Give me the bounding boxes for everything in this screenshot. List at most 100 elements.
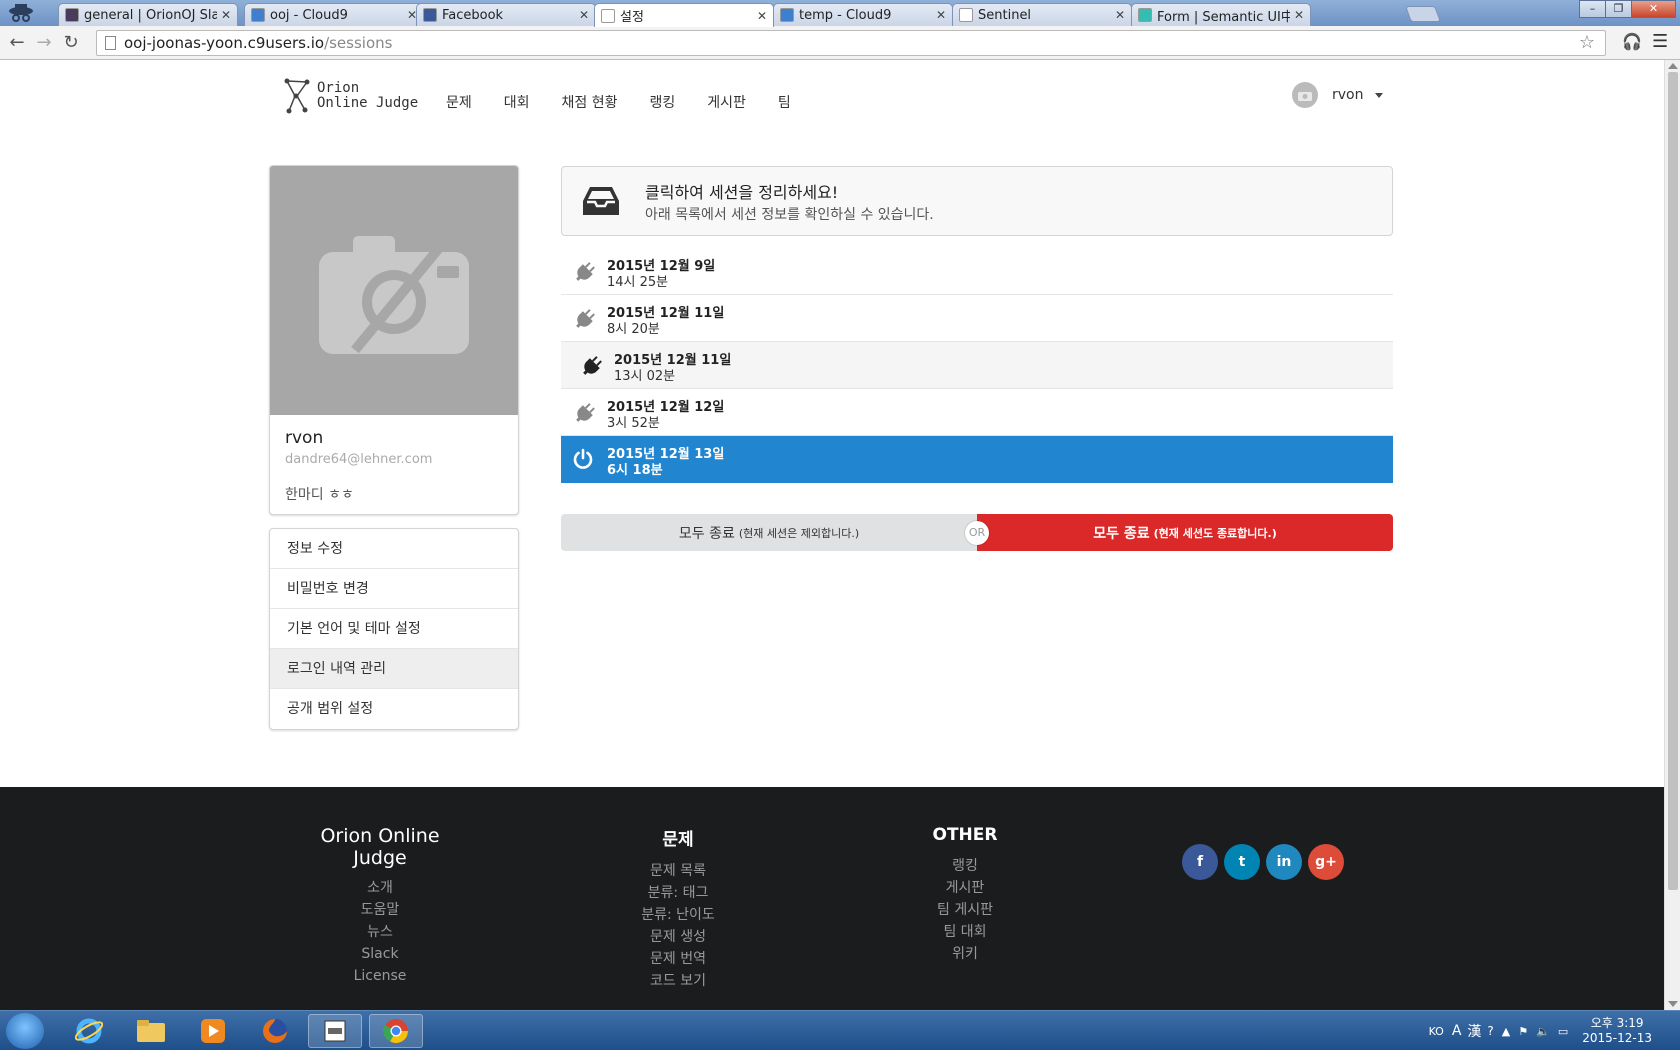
footer-link[interactable]: 위키 bbox=[905, 943, 1025, 965]
settings-item-edit-info[interactable]: 정보 수정 bbox=[270, 529, 518, 569]
firefox-icon[interactable] bbox=[248, 1014, 302, 1048]
user-name: rvon bbox=[1332, 87, 1364, 103]
settings-item-language-theme[interactable]: 기본 언어 및 테마 설정 bbox=[270, 609, 518, 649]
tab-favicon-icon bbox=[959, 8, 973, 22]
nav-team[interactable]: 팀 bbox=[778, 92, 791, 112]
browser-tab[interactable]: Facebook ✕ bbox=[416, 3, 596, 26]
footer-link[interactable]: 분류: 태그 bbox=[618, 882, 738, 904]
browser-tab[interactable]: Form | Semantic UI中文官 ✕ bbox=[1131, 3, 1311, 26]
address-bar[interactable]: ooj-joonas-yoon.c9users.io/sessions ☆ bbox=[96, 30, 1606, 56]
page-scrollbar[interactable] bbox=[1664, 60, 1680, 1010]
footer-link[interactable]: 문제 생성 bbox=[618, 926, 738, 948]
user-dropdown[interactable]: rvon bbox=[1292, 82, 1384, 108]
footer-link[interactable]: 소개 bbox=[300, 877, 460, 899]
tray-ime-icon[interactable]: A bbox=[1452, 1023, 1462, 1039]
facebook-button[interactable]: f bbox=[1182, 844, 1218, 880]
clock-time: 오후 3:19 bbox=[1590, 1016, 1644, 1030]
plug-icon bbox=[573, 307, 597, 335]
logout-all-button[interactable]: 모두 종료 (현재 세션도 종료합니다.) bbox=[977, 514, 1393, 551]
footer-link[interactable]: 분류: 난이도 bbox=[618, 904, 738, 926]
current-session-item[interactable]: 2015년 12월 13일 6시 18분 bbox=[561, 436, 1393, 483]
chrome-icon[interactable] bbox=[369, 1014, 423, 1048]
tray-hanja-icon[interactable]: 漢 bbox=[1467, 1021, 1481, 1041]
footer-link[interactable]: 코드 보기 bbox=[618, 970, 738, 992]
headphones-extension-icon[interactable]: 🎧 bbox=[1622, 32, 1642, 51]
footer-link[interactable]: Slack bbox=[300, 943, 460, 965]
site-logo[interactable]: Orion Online Judge bbox=[283, 78, 418, 114]
tab-close-icon[interactable]: ✕ bbox=[757, 9, 767, 23]
tab-close-icon[interactable]: ✕ bbox=[936, 8, 946, 22]
footer-link[interactable]: 팀 대회 bbox=[905, 921, 1025, 943]
linkedin-button[interactable]: in bbox=[1266, 844, 1302, 880]
profile-name: rvon bbox=[285, 428, 324, 448]
back-arrow-icon[interactable]: ← bbox=[6, 32, 28, 54]
footer-link[interactable]: 문제 목록 bbox=[618, 860, 738, 882]
google-plus-button[interactable]: g+ bbox=[1308, 844, 1344, 880]
reload-icon[interactable]: ↻ bbox=[60, 32, 82, 54]
file-explorer-icon[interactable] bbox=[124, 1014, 178, 1048]
browser-tab[interactable]: temp - Cloud9 ✕ bbox=[773, 3, 953, 26]
logout-others-button[interactable]: 모두 종료 (현재 세션은 제외합니다.) bbox=[561, 514, 977, 551]
browser-tab[interactable]: 설정 ✕ bbox=[594, 3, 774, 27]
browser-tab[interactable]: Sentinel ✕ bbox=[952, 3, 1132, 26]
session-time: 6시 18분 bbox=[607, 463, 663, 478]
tray-expand-icon[interactable]: ▲ bbox=[1502, 1025, 1510, 1038]
ime-lang[interactable]: KO bbox=[1429, 1025, 1444, 1038]
footer-link[interactable]: 뉴스 bbox=[300, 921, 460, 943]
session-time: 13시 02분 bbox=[614, 369, 676, 384]
inbox-icon bbox=[583, 187, 619, 215]
nav-problems[interactable]: 문제 bbox=[446, 92, 472, 112]
tab-close-icon[interactable]: ✕ bbox=[1115, 8, 1125, 22]
twitter-button[interactable]: t bbox=[1224, 844, 1260, 880]
tab-close-icon[interactable]: ✕ bbox=[221, 8, 231, 22]
nav-contests[interactable]: 대회 bbox=[504, 92, 530, 112]
browser-tab[interactable]: ooj - Cloud9 ✕ bbox=[244, 3, 424, 26]
session-item[interactable]: 2015년 12월 12일 3시 52분 bbox=[561, 389, 1393, 436]
scroll-down-icon[interactable] bbox=[1668, 1001, 1678, 1007]
tab-close-icon[interactable]: ✕ bbox=[579, 8, 589, 22]
bookmark-star-icon[interactable]: ☆ bbox=[1579, 32, 1595, 53]
settings-item-login-history[interactable]: 로그인 내역 관리 bbox=[270, 649, 518, 689]
taskbar-clock[interactable]: 오후 3:19 2015-12-13 bbox=[1582, 1016, 1652, 1046]
browser-menu-icon[interactable]: ☰ bbox=[1652, 31, 1668, 52]
windows-taskbar: KO A 漢 ? ▲ ⚑ 🔈 ▭ 오후 3:19 2015-12-13 bbox=[0, 1010, 1680, 1050]
internet-explorer-icon[interactable] bbox=[62, 1014, 116, 1048]
tab-title: 설정 bbox=[620, 10, 644, 25]
browser-tab[interactable]: general | OrionOJ Slack ✕ bbox=[58, 3, 238, 26]
start-button[interactable] bbox=[6, 1013, 44, 1049]
footer-col-other: OTHER 랭킹 게시판 팀 게시판 팀 대회 위키 bbox=[905, 825, 1025, 965]
taskbar-app-window[interactable] bbox=[308, 1014, 362, 1048]
session-item[interactable]: 2015년 12월 11일 13시 02분 bbox=[561, 342, 1393, 389]
footer-link[interactable]: 랭킹 bbox=[905, 855, 1025, 877]
session-item[interactable]: 2015년 12월 11일 8시 20분 bbox=[561, 295, 1393, 342]
incognito-icon bbox=[9, 4, 33, 22]
new-tab-button[interactable] bbox=[1405, 6, 1441, 22]
nav-ranking[interactable]: 랭킹 bbox=[650, 92, 676, 112]
settings-item-change-password[interactable]: 비밀번호 변경 bbox=[270, 569, 518, 609]
window-close-button[interactable]: ✕ bbox=[1631, 0, 1676, 18]
tab-favicon-icon bbox=[251, 8, 265, 22]
tray-flag-icon[interactable]: ⚑ bbox=[1518, 1025, 1528, 1038]
tab-close-icon[interactable]: ✕ bbox=[1294, 8, 1304, 22]
tray-network-icon[interactable]: ▭ bbox=[1558, 1025, 1568, 1038]
tray-help-icon[interactable]: ? bbox=[1487, 1024, 1493, 1038]
footer-link[interactable]: 도움말 bbox=[300, 899, 460, 921]
settings-item-visibility[interactable]: 공개 범위 설정 bbox=[270, 689, 518, 729]
forward-arrow-icon[interactable]: → bbox=[33, 32, 55, 54]
footer-link[interactable]: 게시판 bbox=[905, 877, 1025, 899]
logout-button-group: 모두 종료 (현재 세션은 제외합니다.) 모두 종료 (현재 세션도 종료합니… bbox=[561, 514, 1393, 551]
footer-link[interactable]: License bbox=[300, 965, 460, 987]
tray-volume-icon[interactable]: 🔈 bbox=[1536, 1025, 1550, 1038]
nav-board[interactable]: 게시판 bbox=[707, 92, 746, 112]
nav-status[interactable]: 채점 현황 bbox=[562, 92, 618, 112]
profile-bio: 한마디 ㅎㅎ bbox=[285, 487, 354, 503]
minimize-button[interactable]: – bbox=[1579, 0, 1606, 18]
scroll-up-icon[interactable] bbox=[1668, 63, 1678, 69]
maximize-button[interactable]: ❐ bbox=[1605, 0, 1632, 18]
footer-link[interactable]: 팀 게시판 bbox=[905, 899, 1025, 921]
session-item[interactable]: 2015년 12월 9일 14시 25분 bbox=[561, 248, 1393, 295]
scrollbar-thumb[interactable] bbox=[1668, 72, 1678, 890]
footer-link[interactable]: 문제 번역 bbox=[618, 948, 738, 970]
settings-menu: 정보 수정 비밀번호 변경 기본 언어 및 테마 설정 로그인 내역 관리 공개… bbox=[269, 528, 519, 730]
media-player-icon[interactable] bbox=[186, 1014, 240, 1048]
